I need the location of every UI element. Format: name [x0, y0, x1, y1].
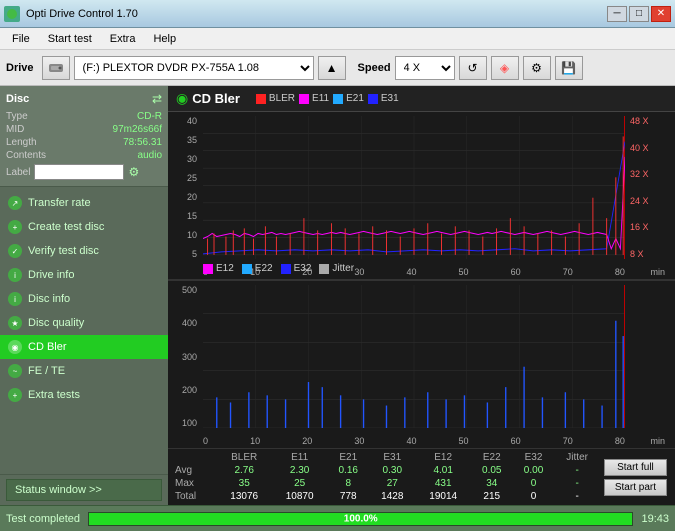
transfer-rate-icon: ↗ — [8, 196, 22, 210]
speed-select[interactable]: 4 X 1 X 2 X 8 X Max — [395, 56, 455, 80]
stats-buttons: Start full Start part — [600, 457, 671, 498]
legend-e11: E11 — [299, 93, 329, 104]
bottom-y-axis-left: 500 400 300 200 100 — [168, 285, 200, 428]
close-button[interactable]: ✕ — [651, 6, 671, 22]
sidebar-item-disc-info[interactable]: i Disc info — [0, 287, 168, 311]
disc-type-value: CD-R — [137, 111, 162, 122]
maximize-button[interactable]: □ — [629, 6, 649, 22]
legend-e21-color — [333, 94, 343, 104]
disc-mid-row: MID 97m26s66f — [6, 123, 162, 136]
start-part-button[interactable]: Start part — [604, 479, 667, 496]
legend-bler-color — [256, 94, 266, 104]
bottom-x-axis: 0 10 20 30 40 50 60 70 80 min — [203, 436, 625, 446]
sidebar-item-extra-tests[interactable]: + Extra tests — [0, 383, 168, 407]
stats-header-row: BLER E11 E21 E31 E12 E22 E32 Jitter — [172, 451, 600, 464]
bottom-chart-wrapper: E12 E22 E32 Jitter — [168, 280, 675, 448]
sidebar-item-create-test-disc[interactable]: + Create test disc — [0, 215, 168, 239]
disc-arrow-icon[interactable]: ⇄ — [152, 92, 162, 106]
stats-row: BLER E11 E21 E31 E12 E22 E32 Jitter Avg — [172, 451, 671, 503]
action-button[interactable]: ⚙ — [523, 56, 551, 80]
sidebar-nav: ↗ Transfer rate + Create test disc ✓ Ver… — [0, 187, 168, 411]
statusbar: Test completed 100.0% 19:43 — [0, 505, 675, 531]
top-chart-svg — [203, 116, 625, 259]
sidebar-item-cd-bler[interactable]: ◉ CD Bler — [0, 335, 168, 359]
stats-area: BLER E11 E21 E31 E12 E22 E32 Jitter Avg — [168, 448, 675, 505]
eject-button[interactable]: ▲ — [318, 56, 346, 80]
menu-start-test[interactable]: Start test — [40, 31, 100, 47]
cd-bler-icon: ◉ — [8, 340, 22, 354]
app-title: Opti Drive Control 1.70 — [26, 8, 138, 20]
save-button[interactable]: 💾 — [555, 56, 583, 80]
legend-e31-color — [368, 94, 378, 104]
disc-info-icon: i — [8, 292, 22, 306]
charts-area: 40 35 30 25 20 15 10 5 48 X 40 X 32 X 24… — [168, 112, 675, 448]
progress-bar-container: 100.0% — [88, 512, 633, 526]
sidebar-item-disc-quality[interactable]: ★ Disc quality — [0, 311, 168, 335]
fe-te-icon: ~ — [8, 364, 22, 378]
drive-label: Drive — [6, 62, 34, 74]
legend-e31: E31 — [368, 93, 399, 104]
content-area: ◉ CD Bler BLER E11 E21 E31 — [168, 86, 675, 505]
bottom-legend: E12 E22 E32 Jitter — [203, 263, 354, 274]
sidebar-item-transfer-rate[interactable]: ↗ Transfer rate — [0, 191, 168, 215]
disc-label-row: Label ⚙ — [6, 164, 162, 180]
menubar: File Start test Extra Help — [0, 28, 675, 50]
start-full-button[interactable]: Start full — [604, 459, 667, 476]
top-chart-wrapper: 40 35 30 25 20 15 10 5 48 X 40 X 32 X 24… — [168, 112, 675, 280]
drive-info-icon: i — [8, 268, 22, 282]
menu-extra[interactable]: Extra — [102, 31, 144, 47]
chart-title: CD Bler — [192, 91, 240, 106]
speed-label: Speed — [358, 62, 391, 74]
sidebar: Disc ⇄ Type CD-R MID 97m26s66f Length 78… — [0, 86, 168, 505]
stats-table: BLER E11 E21 E31 E12 E22 E32 Jitter Avg — [172, 451, 600, 503]
legend-bler: BLER — [256, 93, 295, 104]
minimize-button[interactable]: ─ — [607, 6, 627, 22]
refresh-button[interactable]: ↺ — [459, 56, 487, 80]
bottom-chart-svg — [203, 285, 625, 428]
status-text: Test completed — [6, 513, 80, 525]
disc-contents-row: Contents audio — [6, 149, 162, 162]
chart-title-icon: ◉ — [176, 90, 188, 107]
sidebar-item-drive-info[interactable]: i Drive info — [0, 263, 168, 287]
legend-e21: E21 — [333, 93, 364, 104]
label-settings-icon[interactable]: ⚙ — [128, 165, 139, 179]
status-window-button[interactable]: Status window >> — [6, 479, 162, 501]
progress-label: 100.0% — [344, 513, 378, 524]
titlebar: Opti Drive Control 1.70 ─ □ ✕ — [0, 0, 675, 28]
toolbar: Drive (F:) PLEXTOR DVDR PX-755A 1.08 ▲ S… — [0, 50, 675, 86]
disc-section-title: Disc — [6, 93, 29, 105]
disc-label-input[interactable] — [34, 164, 124, 180]
app-icon — [4, 6, 20, 22]
top-y-axis-right: 48 X 40 X 32 X 24 X 16 X 8 X — [627, 116, 673, 259]
menu-file[interactable]: File — [4, 31, 38, 47]
create-test-disc-icon: + — [8, 220, 22, 234]
chart-header: ◉ CD Bler BLER E11 E21 E31 — [168, 86, 675, 112]
sidebar-item-fe-te[interactable]: ~ FE / TE — [0, 359, 168, 383]
disc-mid-value: 97m26s66f — [113, 124, 162, 135]
disc-length-value: 78:56.31 — [123, 137, 162, 148]
status-time: 19:43 — [641, 513, 669, 525]
stats-total-row: Total 13076 10870 778 1428 19014 215 0 - — [172, 490, 600, 503]
drive-icon-button[interactable] — [42, 56, 70, 80]
disc-contents-value: audio — [138, 150, 162, 161]
sidebar-item-verify-test-disc[interactable]: ✓ Verify test disc — [0, 239, 168, 263]
stats-max-row: Max 35 25 8 27 431 34 0 - — [172, 477, 600, 490]
erase-button[interactable]: ◈ — [491, 56, 519, 80]
main-area: Disc ⇄ Type CD-R MID 97m26s66f Length 78… — [0, 86, 675, 505]
menu-help[interactable]: Help — [145, 31, 184, 47]
stats-avg-row: Avg 2.76 2.30 0.16 0.30 4.01 0.05 0.00 - — [172, 464, 600, 477]
top-y-axis-left: 40 35 30 25 20 15 10 5 — [168, 116, 200, 259]
drive-select[interactable]: (F:) PLEXTOR DVDR PX-755A 1.08 — [74, 56, 314, 80]
legend-e11-color — [299, 94, 309, 104]
disc-quality-icon: ★ — [8, 316, 22, 330]
extra-tests-icon: + — [8, 388, 22, 402]
disc-panel: Disc ⇄ Type CD-R MID 97m26s66f Length 78… — [0, 86, 168, 187]
disc-type-row: Type CD-R — [6, 110, 162, 123]
disc-length-row: Length 78:56.31 — [6, 136, 162, 149]
verify-test-disc-icon: ✓ — [8, 244, 22, 258]
